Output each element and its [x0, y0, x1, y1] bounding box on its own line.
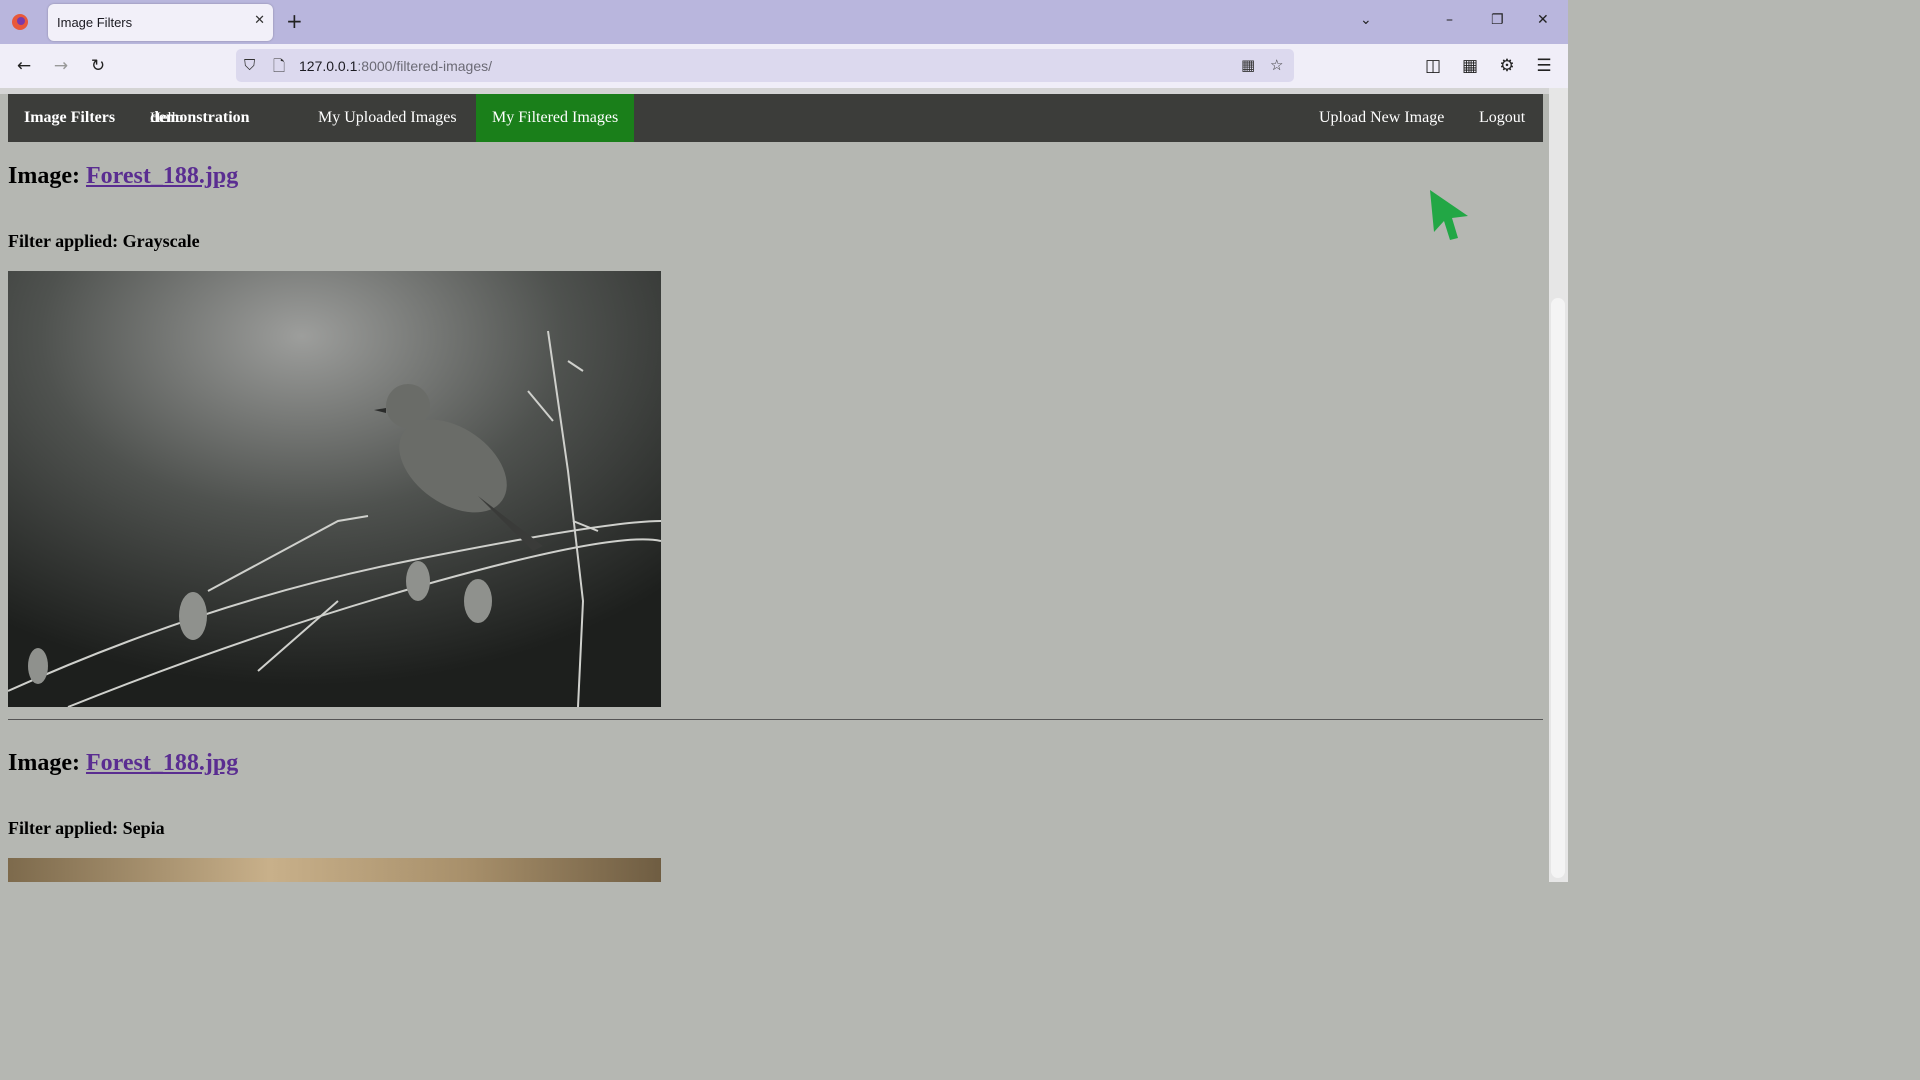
url-host: 127.0.0.1	[299, 58, 358, 74]
filter-name: Sepia	[122, 818, 165, 838]
address-bar[interactable]: ⛉ 🗋 127.0.0.1:8000/filtered-images/ ▦ ☆	[236, 49, 1294, 82]
filter-label: Filter applied:	[8, 818, 119, 838]
greeting-prefix: Hello	[150, 110, 184, 126]
forward-icon[interactable]: →	[51, 56, 71, 76]
grid-icon[interactable]: ▦	[1241, 56, 1255, 74]
image-file-link[interactable]: Forest_188.jpg	[86, 750, 238, 776]
reload-icon[interactable]: ↻	[88, 56, 108, 76]
site-nav: Image Filters Hello demonstration My Upl…	[8, 94, 1543, 142]
greeting: Hello demonstration	[150, 94, 250, 142]
tab-list-icon[interactable]: ⌄	[1360, 12, 1372, 28]
browser-tab-bar: Image Filters ✕ + ⌄ – ❐ ✕	[0, 0, 1568, 44]
separator	[8, 719, 1543, 720]
extensions-grid-icon[interactable]: ▦	[1460, 56, 1480, 76]
image-label: Image:	[8, 750, 80, 776]
page-scrollbar[interactable]	[1549, 88, 1568, 882]
entry-title: Image: Forest_188.jpg	[8, 750, 238, 777]
filtered-image-grayscale	[8, 271, 661, 707]
image-file-link[interactable]: Forest_188.jpg	[86, 163, 238, 189]
filtered-image-sepia	[8, 858, 661, 882]
pocket-icon[interactable]: ◫	[1423, 56, 1443, 76]
url-text[interactable]: 127.0.0.1:8000/filtered-images/	[299, 58, 492, 74]
url-path: :8000/filtered-images/	[357, 58, 493, 74]
tab-title: Image Filters	[57, 15, 133, 30]
nav-filtered-images[interactable]: My Filtered Images	[476, 94, 635, 142]
mouse-cursor-icon	[1430, 190, 1468, 240]
entry-title: Image: Forest_188.jpg	[8, 163, 238, 190]
tab-close-icon[interactable]: ✕	[254, 13, 265, 28]
brand-link[interactable]: Image Filters	[24, 94, 115, 142]
filter-applied: Filter applied: Sepia	[8, 818, 165, 839]
restore-icon[interactable]: ❐	[1491, 12, 1504, 28]
back-icon[interactable]: ←	[14, 56, 34, 76]
nav-upload-new-image[interactable]: Upload New Image	[1319, 94, 1444, 142]
page-icon[interactable]: 🗋	[273, 56, 285, 81]
scrollbar-thumb[interactable]	[1551, 298, 1565, 878]
browser-tab[interactable]: Image Filters ✕	[48, 4, 273, 41]
close-window-icon[interactable]: ✕	[1537, 12, 1549, 28]
nav-uploaded-images[interactable]: My Uploaded Images	[318, 94, 457, 142]
bookmark-star-icon[interactable]: ☆	[1270, 56, 1283, 74]
puzzle-icon[interactable]: ⚙	[1497, 56, 1517, 76]
filter-applied: Filter applied: Grayscale	[8, 231, 200, 252]
image-label: Image:	[8, 163, 80, 189]
filter-name: Grayscale	[122, 231, 200, 251]
shield-icon[interactable]: ⛉	[244, 56, 255, 74]
minimize-icon[interactable]: –	[1446, 12, 1453, 28]
nav-logout[interactable]: Logout	[1479, 94, 1525, 142]
firefox-icon	[12, 14, 28, 30]
menu-icon[interactable]: ☰	[1534, 56, 1554, 76]
new-tab-icon[interactable]: +	[286, 9, 303, 33]
filter-label: Filter applied:	[8, 231, 119, 251]
